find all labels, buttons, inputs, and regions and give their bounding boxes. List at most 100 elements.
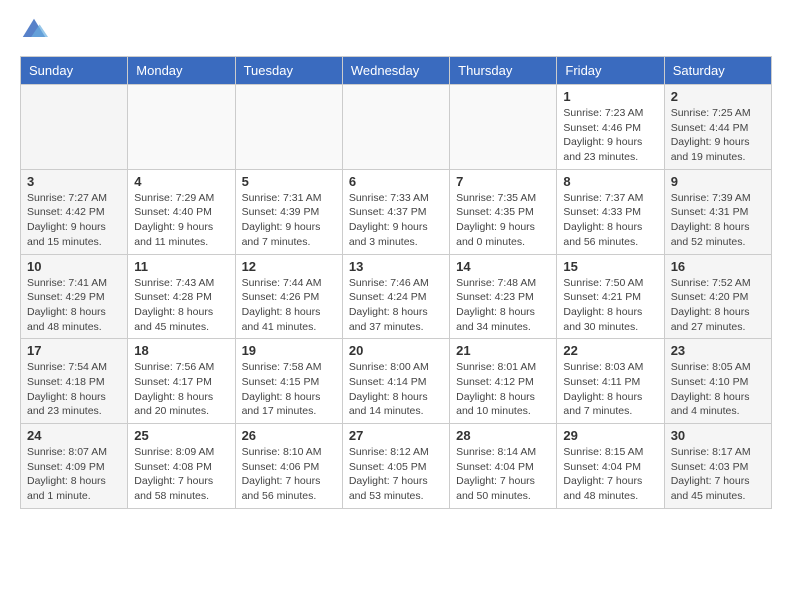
calendar-cell: 22 Sunrise: 8:03 AM Sunset: 4:11 PM Dayli…: [557, 339, 664, 424]
calendar-cell: 6 Sunrise: 7:33 AM Sunset: 4:37 PM Daylig…: [342, 169, 449, 254]
calendar-day-header: Sunday: [21, 57, 128, 85]
calendar-cell: [235, 85, 342, 170]
day-number: 5: [242, 174, 336, 189]
day-number: 29: [563, 428, 657, 443]
day-number: 14: [456, 259, 550, 274]
calendar-cell: 3Sunrise: 7:27 AM Sunset: 4:42 PM Daylig…: [21, 169, 128, 254]
calendar-cell: 4 Sunrise: 7:29 AM Sunset: 4:40 PM Daylig…: [128, 169, 235, 254]
calendar-cell: 9 Sunrise: 7:39 AM Sunset: 4:31 PM Daylig…: [664, 169, 771, 254]
calendar-cell: 17 Sunrise: 7:54 AM Sunset: 4:18 PM Dayli…: [21, 339, 128, 424]
day-number: 7: [456, 174, 550, 189]
day-info: Sunrise: 7:33 AM Sunset: 4:37 PM Dayligh…: [349, 191, 443, 250]
day-number: 30: [671, 428, 765, 443]
calendar-cell: 14 Sunrise: 7:48 AM Sunset: 4:23 PM Dayli…: [450, 254, 557, 339]
calendar-cell: 8 Sunrise: 7:37 AM Sunset: 4:33 PM Daylig…: [557, 169, 664, 254]
calendar-cell: 27 Sunrise: 8:12 AM Sunset: 4:05 PM Dayli…: [342, 424, 449, 509]
day-number: 24: [27, 428, 121, 443]
calendar-cell: 29 Sunrise: 8:15 AM Sunset: 4:04 PM Dayli…: [557, 424, 664, 509]
day-number: 26: [242, 428, 336, 443]
day-number: 15: [563, 259, 657, 274]
calendar-cell: [342, 85, 449, 170]
day-number: 2: [671, 89, 765, 104]
calendar-cell: 25 Sunrise: 8:09 AM Sunset: 4:08 PM Dayli…: [128, 424, 235, 509]
day-number: 21: [456, 343, 550, 358]
day-info: Sunrise: 8:14 AM Sunset: 4:04 PM Dayligh…: [456, 445, 550, 504]
day-info: Sunrise: 7:35 AM Sunset: 4:35 PM Dayligh…: [456, 191, 550, 250]
calendar-day-header: Tuesday: [235, 57, 342, 85]
day-info: Sunrise: 8:15 AM Sunset: 4:04 PM Dayligh…: [563, 445, 657, 504]
day-number: 4: [134, 174, 228, 189]
day-number: 17: [27, 343, 121, 358]
calendar-cell: 1 Sunrise: 7:23 AM Sunset: 4:46 PM Daylig…: [557, 85, 664, 170]
day-number: 18: [134, 343, 228, 358]
calendar-week-row: 24 Sunrise: 8:07 AM Sunset: 4:09 PM Dayli…: [21, 424, 772, 509]
calendar-cell: 11Sunrise: 7:43 AM Sunset: 4:28 PM Dayli…: [128, 254, 235, 339]
calendar-day-header: Saturday: [664, 57, 771, 85]
day-number: 11: [134, 259, 228, 274]
calendar-day-header: Friday: [557, 57, 664, 85]
day-number: 13: [349, 259, 443, 274]
day-number: 20: [349, 343, 443, 358]
calendar-cell: 5 Sunrise: 7:31 AM Sunset: 4:39 PM Daylig…: [235, 169, 342, 254]
day-info: Sunrise: 7:52 AM Sunset: 4:20 PM Dayligh…: [671, 276, 765, 335]
calendar-cell: 7 Sunrise: 7:35 AM Sunset: 4:35 PM Daylig…: [450, 169, 557, 254]
day-number: 8: [563, 174, 657, 189]
day-info: Sunrise: 7:39 AM Sunset: 4:31 PM Dayligh…: [671, 191, 765, 250]
day-info: Sunrise: 7:37 AM Sunset: 4:33 PM Dayligh…: [563, 191, 657, 250]
day-info: Sunrise: 8:03 AM Sunset: 4:11 PM Dayligh…: [563, 360, 657, 419]
calendar-cell: 26 Sunrise: 8:10 AM Sunset: 4:06 PM Dayli…: [235, 424, 342, 509]
day-info: Sunrise: 7:44 AM Sunset: 4:26 PM Dayligh…: [242, 276, 336, 335]
day-info: Sunrise: 7:25 AM Sunset: 4:44 PM Dayligh…: [671, 106, 765, 165]
day-number: 6: [349, 174, 443, 189]
day-info: Sunrise: 7:31 AM Sunset: 4:39 PM Dayligh…: [242, 191, 336, 250]
day-info: Sunrise: 7:41 AM Sunset: 4:29 PM Dayligh…: [27, 276, 121, 335]
calendar-cell: 20 Sunrise: 8:00 AM Sunset: 4:14 PM Dayli…: [342, 339, 449, 424]
calendar-cell: 12 Sunrise: 7:44 AM Sunset: 4:26 PM Dayli…: [235, 254, 342, 339]
day-info: Sunrise: 7:54 AM Sunset: 4:18 PM Dayligh…: [27, 360, 121, 419]
day-info: Sunrise: 7:29 AM Sunset: 4:40 PM Dayligh…: [134, 191, 228, 250]
calendar-cell: 23 Sunrise: 8:05 AM Sunset: 4:10 PM Dayli…: [664, 339, 771, 424]
calendar-cell: 2 Sunrise: 7:25 AM Sunset: 4:44 PM Daylig…: [664, 85, 771, 170]
page-header: [20, 16, 772, 44]
logo-icon: [20, 16, 48, 44]
day-info: Sunrise: 8:12 AM Sunset: 4:05 PM Dayligh…: [349, 445, 443, 504]
day-number: 19: [242, 343, 336, 358]
day-number: 16: [671, 259, 765, 274]
day-info: Sunrise: 8:05 AM Sunset: 4:10 PM Dayligh…: [671, 360, 765, 419]
calendar-cell: 21 Sunrise: 8:01 AM Sunset: 4:12 PM Dayli…: [450, 339, 557, 424]
calendar-week-row: 17 Sunrise: 7:54 AM Sunset: 4:18 PM Dayli…: [21, 339, 772, 424]
calendar-cell: 10 Sunrise: 7:41 AM Sunset: 4:29 PM Dayli…: [21, 254, 128, 339]
day-info: Sunrise: 8:00 AM Sunset: 4:14 PM Dayligh…: [349, 360, 443, 419]
day-number: 10: [27, 259, 121, 274]
day-number: 1: [563, 89, 657, 104]
day-info: Sunrise: 8:09 AM Sunset: 4:08 PM Dayligh…: [134, 445, 228, 504]
calendar-day-header: Thursday: [450, 57, 557, 85]
day-number: 27: [349, 428, 443, 443]
day-info: Sunrise: 8:10 AM Sunset: 4:06 PM Dayligh…: [242, 445, 336, 504]
day-info: Sunrise: 7:58 AM Sunset: 4:15 PM Dayligh…: [242, 360, 336, 419]
day-number: 12: [242, 259, 336, 274]
calendar-cell: 16 Sunrise: 7:52 AM Sunset: 4:20 PM Dayli…: [664, 254, 771, 339]
day-info: Sunrise: 7:56 AM Sunset: 4:17 PM Dayligh…: [134, 360, 228, 419]
calendar-cell: 28Sunrise: 8:14 AM Sunset: 4:04 PM Dayli…: [450, 424, 557, 509]
day-number: 9: [671, 174, 765, 189]
day-info: Sunrise: 7:23 AM Sunset: 4:46 PM Dayligh…: [563, 106, 657, 165]
calendar-week-row: 3Sunrise: 7:27 AM Sunset: 4:42 PM Daylig…: [21, 169, 772, 254]
day-number: 25: [134, 428, 228, 443]
calendar-cell: 15Sunrise: 7:50 AM Sunset: 4:21 PM Dayli…: [557, 254, 664, 339]
day-number: 22: [563, 343, 657, 358]
day-info: Sunrise: 7:46 AM Sunset: 4:24 PM Dayligh…: [349, 276, 443, 335]
logo: [20, 16, 52, 44]
calendar-week-row: 1 Sunrise: 7:23 AM Sunset: 4:46 PM Daylig…: [21, 85, 772, 170]
calendar: SundayMondayTuesdayWednesdayThursdayFrid…: [20, 56, 772, 509]
calendar-cell: [21, 85, 128, 170]
calendar-cell: [450, 85, 557, 170]
calendar-header-row: SundayMondayTuesdayWednesdayThursdayFrid…: [21, 57, 772, 85]
calendar-day-header: Monday: [128, 57, 235, 85]
day-number: 23: [671, 343, 765, 358]
calendar-day-header: Wednesday: [342, 57, 449, 85]
calendar-cell: 30Sunrise: 8:17 AM Sunset: 4:03 PM Dayli…: [664, 424, 771, 509]
day-info: Sunrise: 8:01 AM Sunset: 4:12 PM Dayligh…: [456, 360, 550, 419]
day-info: Sunrise: 7:48 AM Sunset: 4:23 PM Dayligh…: [456, 276, 550, 335]
day-info: Sunrise: 8:07 AM Sunset: 4:09 PM Dayligh…: [27, 445, 121, 504]
